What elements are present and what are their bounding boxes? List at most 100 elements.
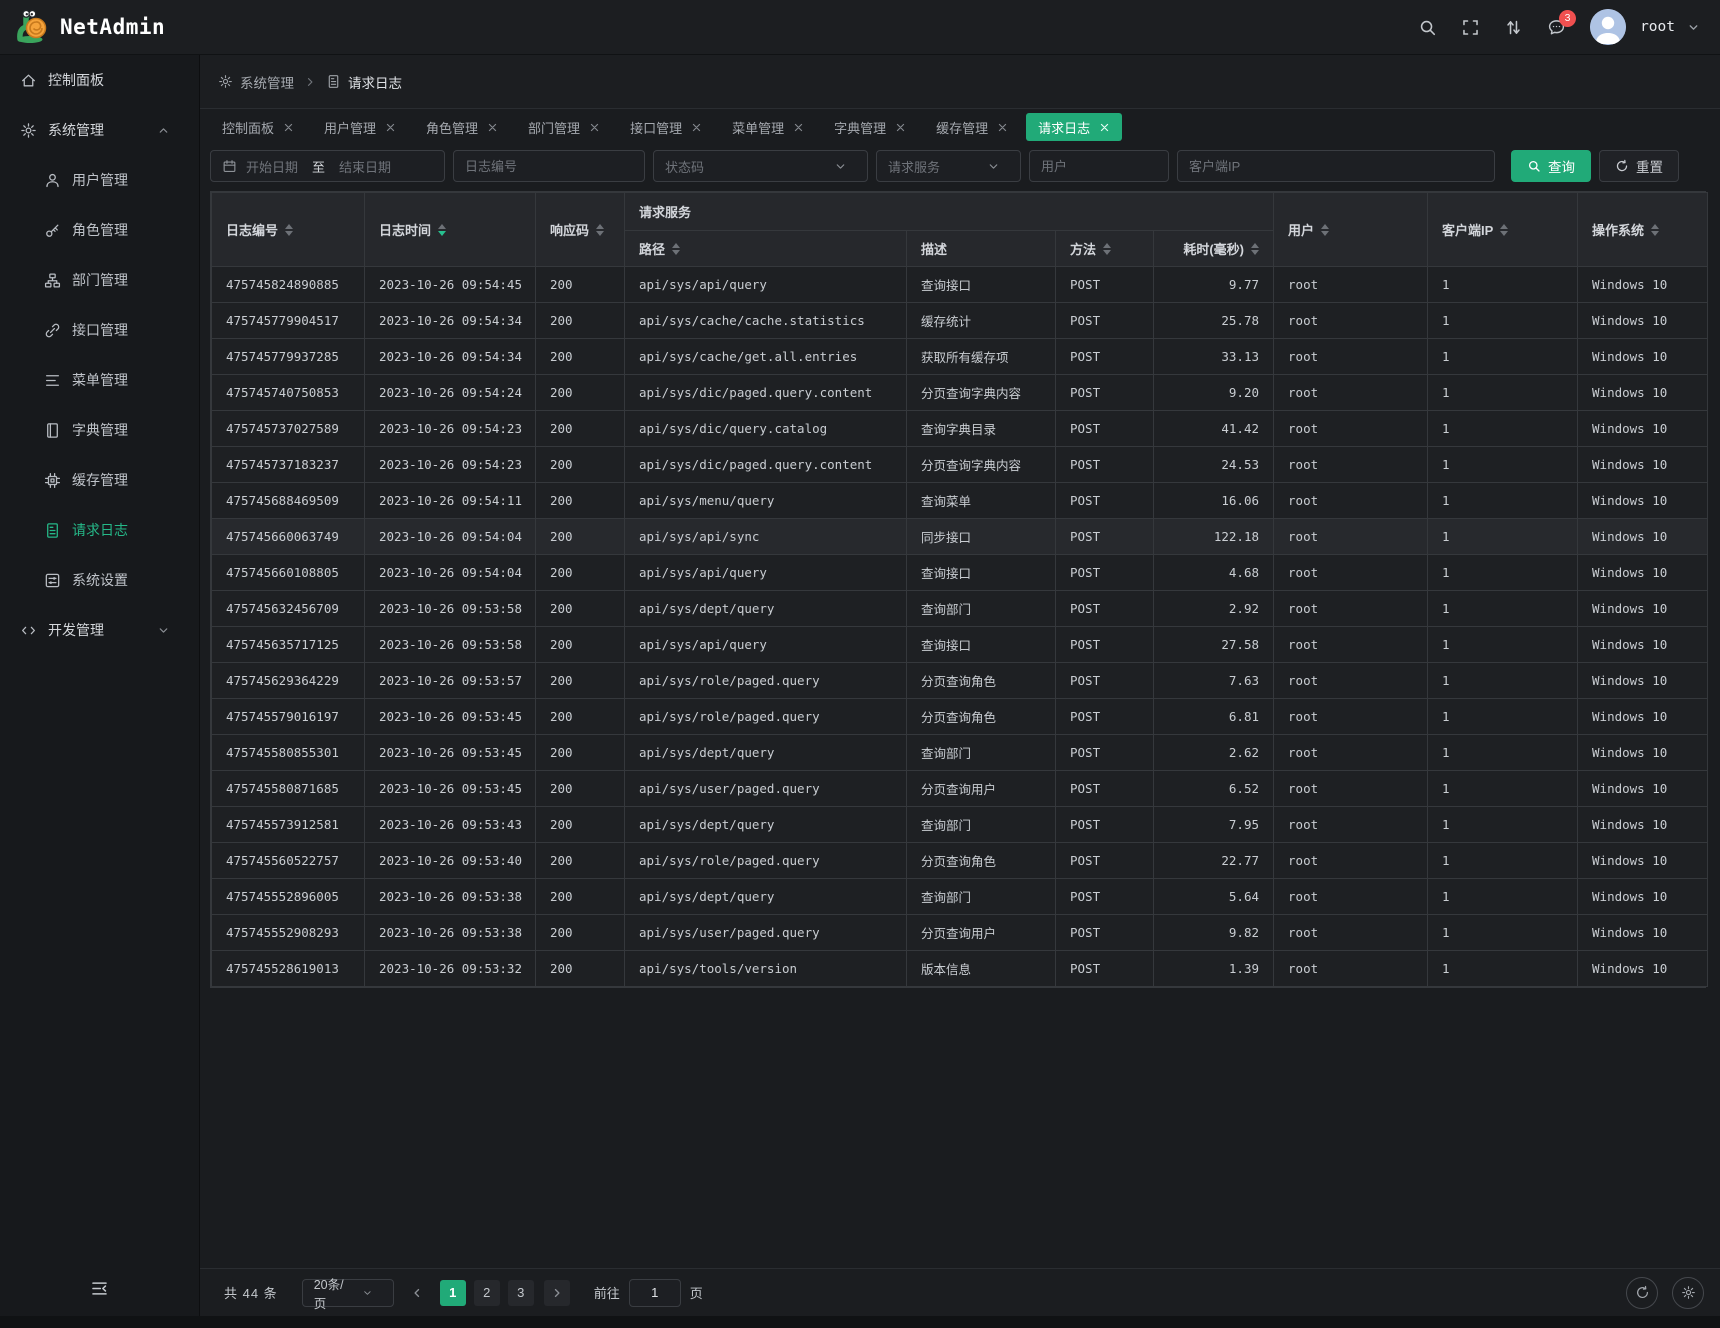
client-ip-input[interactable] [1177, 150, 1495, 182]
close-icon[interactable] [793, 122, 804, 133]
close-icon[interactable] [895, 122, 906, 133]
chevron-right-icon [304, 76, 316, 88]
close-icon[interactable] [487, 122, 498, 133]
reset-button[interactable]: 重置 [1599, 150, 1679, 182]
close-icon[interactable] [385, 122, 396, 133]
table-row[interactable]: 4757458248908852023-10-26 09:54:45200api… [212, 267, 1708, 303]
sidebar-item-users[interactable]: 用户管理 [0, 155, 199, 205]
table-row[interactable]: 4757457371832372023-10-26 09:54:23200api… [212, 447, 1708, 483]
tab-menus[interactable]: 菜单管理 [720, 113, 816, 141]
table-row[interactable]: 4757455790161972023-10-26 09:53:45200api… [212, 699, 1708, 735]
tab-departments[interactable]: 部门管理 [516, 113, 612, 141]
close-icon[interactable] [589, 122, 600, 133]
fullscreen-icon[interactable] [1461, 18, 1480, 37]
column-header-user[interactable]: 用户 [1274, 193, 1428, 267]
collapse-sidebar-icon[interactable] [90, 1279, 109, 1298]
table-row[interactable]: 4757456324567092023-10-26 09:53:58200api… [212, 591, 1708, 627]
cell-status: 200 [536, 699, 625, 735]
cell-elapsed: 7.63 [1154, 663, 1274, 699]
sidebar-item-development[interactable]: 开发管理 [0, 605, 199, 655]
sidebar-item-dashboard[interactable]: 控制面板 [0, 55, 199, 105]
close-icon[interactable] [997, 122, 1008, 133]
table-row[interactable]: 4757456357171252023-10-26 09:53:58200api… [212, 627, 1708, 663]
table-row[interactable]: 4757455529082932023-10-26 09:53:38200api… [212, 915, 1708, 951]
user-input[interactable] [1029, 150, 1169, 182]
goto-page-input[interactable] [629, 1279, 681, 1307]
sort-arrows-icon[interactable] [1504, 18, 1523, 37]
column-header-time[interactable]: 日志时间 [365, 193, 536, 267]
table-row[interactable]: 4757456293642292023-10-26 09:53:57200api… [212, 663, 1708, 699]
table-row[interactable]: 4757455528960052023-10-26 09:53:38200api… [212, 879, 1708, 915]
page-button-2[interactable]: 2 [474, 1280, 500, 1306]
search-button[interactable]: 查询 [1511, 150, 1591, 182]
pagination-bar: 共 44 条 20条/页 123 前往 页 [200, 1268, 1720, 1316]
sidebar-item-menus[interactable]: 菜单管理 [0, 355, 199, 405]
user-menu[interactable]: root [1640, 19, 1675, 35]
sidebar-item-cache[interactable]: 缓存管理 [0, 455, 199, 505]
log-id-input[interactable] [453, 150, 645, 182]
settings-button[interactable] [1672, 1277, 1704, 1309]
cell-status: 200 [536, 375, 625, 411]
close-icon[interactable] [283, 122, 294, 133]
refresh-button[interactable] [1626, 1277, 1658, 1309]
table-row[interactable]: 4757457370275892023-10-26 09:54:23200api… [212, 411, 1708, 447]
sidebar-item-departments[interactable]: 部门管理 [0, 255, 199, 305]
cell-method: POST [1056, 771, 1154, 807]
table-row[interactable]: 4757456601088052023-10-26 09:54:04200api… [212, 555, 1708, 591]
sidebar-item-label: 开发管理 [48, 620, 104, 640]
bottom-strip [0, 1316, 1720, 1328]
cell-ip: 1 [1428, 519, 1578, 555]
sliders-icon [44, 572, 61, 589]
sidebar-item-request-logs[interactable]: 请求日志 [0, 505, 199, 555]
sort-icon [438, 224, 446, 236]
status-code-select[interactable]: 状态码 [653, 150, 868, 182]
sidebar-item-roles[interactable]: 角色管理 [0, 205, 199, 255]
search-icon[interactable] [1418, 18, 1437, 37]
date-range-picker[interactable]: 开始日期 至 结束日期 [210, 150, 445, 182]
chevron-down-icon[interactable] [1687, 21, 1700, 34]
column-header-os[interactable]: 操作系统 [1578, 193, 1708, 267]
page-button-3[interactable]: 3 [508, 1280, 534, 1306]
cell-time: 2023-10-26 09:54:11 [365, 483, 536, 519]
avatar[interactable] [1590, 9, 1626, 45]
page-size-select[interactable]: 20条/页 [302, 1279, 394, 1307]
table-row[interactable]: 4757455605227572023-10-26 09:53:40200api… [212, 843, 1708, 879]
service-select[interactable]: 请求服务 [876, 150, 1021, 182]
table-row[interactable]: 4757456600637492023-10-26 09:54:04200api… [212, 519, 1708, 555]
notifications-icon[interactable]: 3 [1547, 18, 1566, 37]
sidebar-nav: 控制面板系统管理用户管理角色管理部门管理接口管理菜单管理字典管理缓存管理请求日志… [0, 55, 199, 655]
cell-method: POST [1056, 483, 1154, 519]
page-button-1[interactable]: 1 [440, 1280, 466, 1306]
sidebar-item-apis[interactable]: 接口管理 [0, 305, 199, 355]
column-header-id[interactable]: 日志编号 [212, 193, 365, 267]
column-header-ip[interactable]: 客户端IP [1428, 193, 1578, 267]
tab-cache[interactable]: 缓存管理 [924, 113, 1020, 141]
tab-request-logs[interactable]: 请求日志 [1026, 113, 1122, 141]
sidebar-item-dictionaries[interactable]: 字典管理 [0, 405, 199, 455]
table-row[interactable]: 4757455808553012023-10-26 09:53:45200api… [212, 735, 1708, 771]
close-icon[interactable] [691, 122, 702, 133]
table-row[interactable]: 4757455739125812023-10-26 09:53:43200api… [212, 807, 1708, 843]
cell-path: api/sys/cache/cache.statistics [625, 303, 907, 339]
table-row[interactable]: 4757457799045172023-10-26 09:54:34200api… [212, 303, 1708, 339]
column-header-path[interactable]: 路径 [625, 231, 907, 267]
tab-dictionaries[interactable]: 字典管理 [822, 113, 918, 141]
tab-roles[interactable]: 角色管理 [414, 113, 510, 141]
tab-dashboard[interactable]: 控制面板 [210, 113, 306, 141]
column-header-method[interactable]: 方法 [1056, 231, 1154, 267]
close-icon[interactable] [1099, 122, 1110, 133]
table-row[interactable]: 4757457407508532023-10-26 09:54:24200api… [212, 375, 1708, 411]
sidebar-item-settings[interactable]: 系统设置 [0, 555, 199, 605]
table-row[interactable]: 4757455286190132023-10-26 09:53:32200api… [212, 951, 1708, 987]
tab-users[interactable]: 用户管理 [312, 113, 408, 141]
prev-page-button[interactable] [404, 1280, 430, 1306]
table-row[interactable]: 4757456884695092023-10-26 09:54:11200api… [212, 483, 1708, 519]
next-page-button[interactable] [544, 1280, 570, 1306]
table-row[interactable]: 4757455808716852023-10-26 09:53:45200api… [212, 771, 1708, 807]
breadcrumb-item[interactable]: 系统管理 [240, 72, 294, 92]
table-row[interactable]: 4757457799372852023-10-26 09:54:34200api… [212, 339, 1708, 375]
column-header-elapsed[interactable]: 耗时(毫秒) [1154, 231, 1274, 267]
column-header-status[interactable]: 响应码 [536, 193, 625, 267]
sidebar-item-system[interactable]: 系统管理 [0, 105, 199, 155]
tab-apis[interactable]: 接口管理 [618, 113, 714, 141]
